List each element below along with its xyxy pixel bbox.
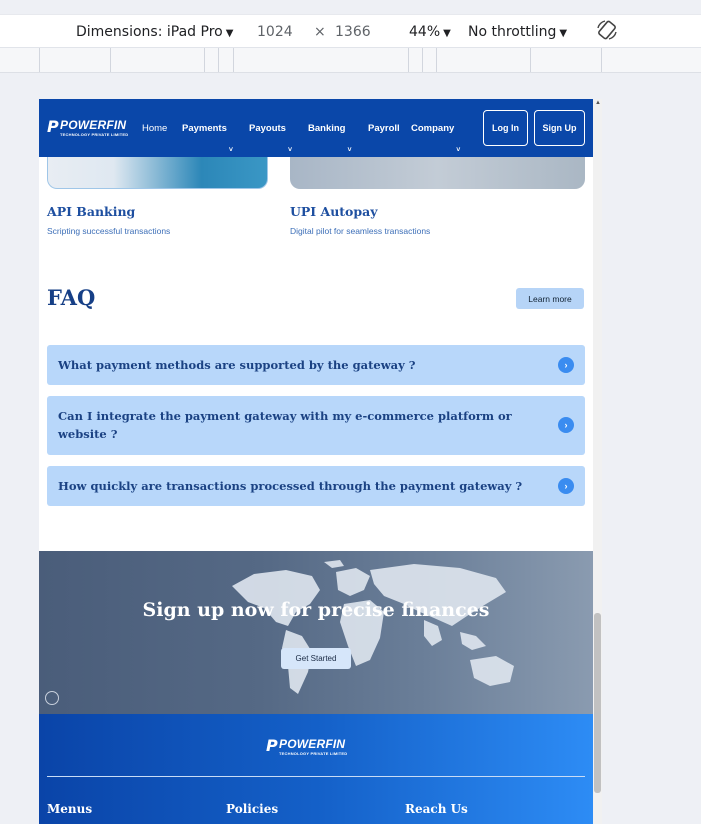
nav-banking[interactable]: Banking ˅: [308, 123, 352, 154]
nav-payouts[interactable]: Payouts ˅: [249, 123, 292, 154]
help-icon[interactable]: [45, 691, 59, 705]
footer-heading-policies: Policies: [226, 802, 279, 816]
card-title[interactable]: API Banking: [47, 204, 135, 219]
width-input[interactable]: 1024: [257, 24, 293, 40]
banner-title: Sign up now for precise finances: [142, 599, 490, 621]
navbar: P POWERFIN TECHNOLOGY PRIVATE LIMITED Ho…: [39, 99, 593, 157]
footer: P POWERFIN TECHNOLOGY PRIVATE LIMITED Me…: [39, 714, 593, 824]
faq-question: How quickly are transactions processed t…: [58, 479, 523, 493]
card-subtitle: Scripting successful transactions: [47, 226, 171, 236]
faq-item[interactable]: How quickly are transactions processed t…: [47, 466, 585, 506]
card-subtitle: Digital pilot for seamless transactions: [290, 226, 431, 236]
world-map-illustration: [232, 560, 514, 694]
scroll-up-icon[interactable]: ▲: [595, 100, 601, 106]
media-query-ruler[interactable]: [0, 48, 701, 73]
nav-payroll[interactable]: Payroll: [368, 123, 400, 134]
scrollbar-thumb[interactable]: [594, 613, 601, 793]
nav-company[interactable]: Company ˅: [411, 123, 460, 154]
faq-item[interactable]: What payment methods are supported by th…: [47, 345, 585, 385]
nav-payments[interactable]: Payments ˅: [182, 123, 233, 154]
signup-button[interactable]: Sign Up: [534, 110, 585, 146]
viewport-scrollbar[interactable]: ▲: [593, 99, 602, 824]
times-sign: ×: [314, 24, 326, 40]
throttling-select[interactable]: No throttling ▼: [468, 24, 567, 40]
footer-divider: [47, 776, 585, 777]
chevron-down-icon: ˅: [228, 147, 233, 154]
height-input[interactable]: 1366: [335, 24, 371, 40]
chevron-down-icon: ˅: [347, 147, 352, 154]
footer-heading-menus: Menus: [47, 802, 93, 816]
faq-item[interactable]: Can I integrate the payment gateway with…: [47, 396, 585, 455]
chevron-right-icon: ›: [558, 478, 574, 494]
chevron-right-icon: ›: [558, 357, 574, 373]
learn-more-button[interactable]: Learn more: [516, 288, 584, 309]
faq-question: What payment methods are supported by th…: [58, 358, 416, 372]
chevron-down-icon: ˅: [456, 147, 461, 154]
nav-home[interactable]: Home: [142, 123, 167, 134]
faq-question: Can I integrate the payment gateway with…: [58, 409, 512, 441]
login-button[interactable]: Log In: [483, 110, 528, 146]
chevron-down-icon: ˅: [287, 147, 293, 154]
signup-banner: Sign up now for precise finances Get Sta…: [39, 551, 593, 714]
footer-heading-reach-us: Reach Us: [405, 802, 468, 816]
upi-autopay-image: [290, 157, 585, 189]
api-banking-image: [47, 157, 268, 189]
card-title[interactable]: UPI Autopay: [290, 204, 378, 219]
device-viewport: P POWERFIN TECHNOLOGY PRIVATE LIMITED Ho…: [39, 99, 593, 824]
zoom-select[interactable]: 44% ▼: [409, 24, 451, 40]
rotate-icon[interactable]: [596, 19, 618, 41]
device-dimensions-select[interactable]: Dimensions: iPad Pro ▼: [76, 24, 233, 40]
faq-title: FAQ: [47, 285, 96, 310]
chevron-right-icon: ›: [558, 417, 574, 433]
get-started-button[interactable]: Get Started: [281, 648, 351, 669]
